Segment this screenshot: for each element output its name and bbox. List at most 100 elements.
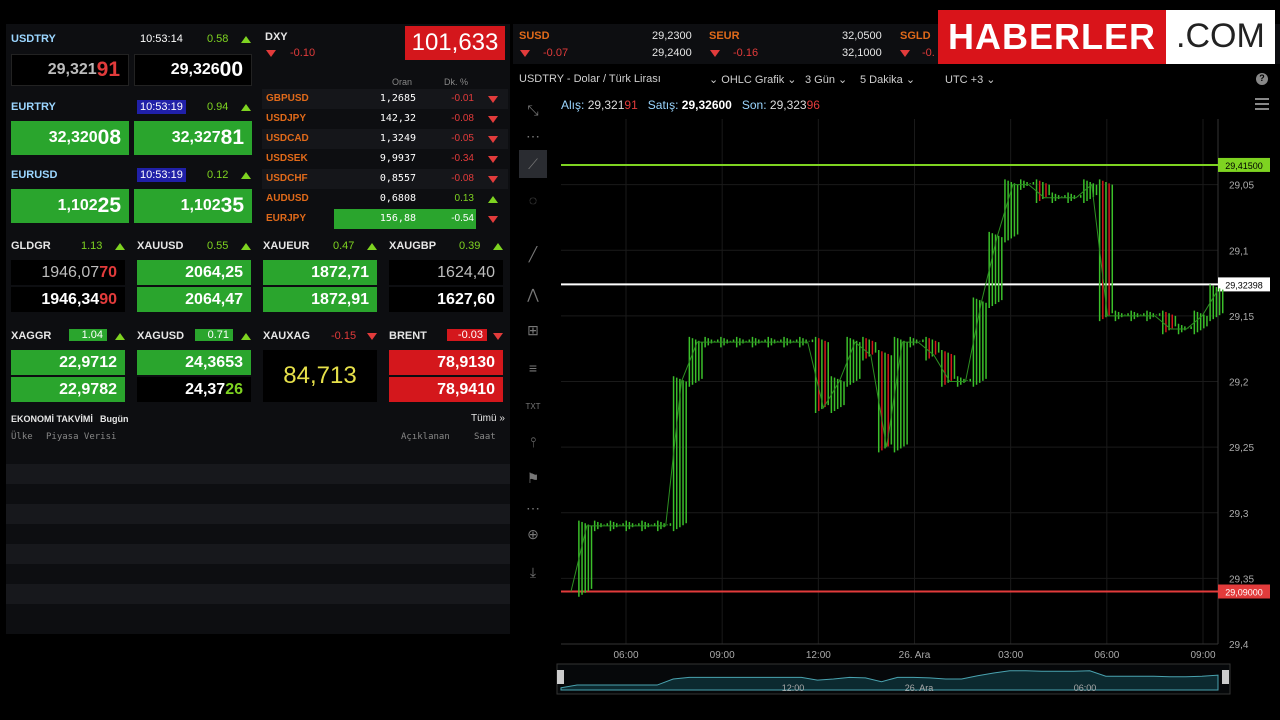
- seur-value-1: 32,0500: [842, 30, 882, 42]
- economy-row[interactable]: [6, 584, 510, 604]
- fx-row-audusd[interactable]: AUDUSD 0,6808 0.13: [262, 189, 508, 209]
- usdtry-bid-box[interactable]: 29,321 91: [11, 54, 129, 86]
- down-arrow-icon: [488, 96, 498, 103]
- xagusd-bid-box[interactable]: 24,3653: [137, 350, 251, 375]
- eurusd-symbol[interactable]: EURUSD: [11, 169, 57, 181]
- eurtry-symbol[interactable]: EURTRY: [11, 101, 56, 113]
- dxy-symbol[interactable]: DXY: [265, 31, 288, 43]
- economy-row[interactable]: [6, 464, 510, 484]
- eurtry-bid-main: 32,320: [48, 129, 98, 146]
- brent-pct: -0.03: [447, 329, 487, 341]
- fx-rate: 1,2685: [379, 93, 416, 104]
- xaueur-pct: 0.47: [333, 240, 355, 252]
- susd-symbol[interactable]: SUSD: [519, 30, 550, 42]
- eurusd-bid-box[interactable]: 1,102 25: [11, 189, 129, 223]
- gldgr-ask-hl: 90: [99, 290, 117, 308]
- seur-value-2: 32,1000: [842, 47, 882, 59]
- seur-change: -0.16: [733, 47, 759, 59]
- sgld-symbol[interactable]: SGLD: [900, 30, 931, 42]
- fx-row-usdsek[interactable]: USDSEK 9,9937 -0.34: [262, 149, 508, 169]
- navigator-left-handle: [557, 670, 564, 684]
- eurusd-time: 10:53:19: [137, 168, 186, 182]
- x-tick-label: 06:00: [613, 650, 638, 661]
- seur-down-arrow-icon: [710, 50, 720, 57]
- xauusd-up-arrow-icon: [241, 243, 251, 250]
- xagusd-bid: 24,3653: [185, 353, 243, 371]
- economy-col-time: Saat: [474, 432, 496, 442]
- up-arrow-icon: [488, 196, 498, 203]
- logo-red-part: HABERLER: [938, 10, 1167, 66]
- usdtry-ask-hl: 00: [219, 58, 243, 81]
- xaggr-bid-box[interactable]: 22,9712: [11, 350, 125, 375]
- economy-row[interactable]: [6, 544, 510, 564]
- down-arrow-icon: [488, 116, 498, 123]
- gldgr-symbol[interactable]: GLDGR: [11, 240, 51, 252]
- y-tick-label: 29,3: [1229, 509, 1249, 520]
- gldgr-ask-box[interactable]: 1946,34 90: [11, 287, 125, 312]
- xagusd-pct: 0.71: [195, 329, 233, 341]
- economy-all-link[interactable]: Tümü »: [471, 413, 505, 424]
- fx-col-change: Dk. %: [444, 77, 469, 87]
- price-chart[interactable]: 29,4 29,35 29,3 29,25 29,2 29,15 29,1 29,05 06:0…: [513, 64, 1280, 720]
- xagusd-ask-box[interactable]: 24,37 26: [137, 377, 251, 402]
- xauusd-symbol[interactable]: XAUUSD: [137, 240, 183, 252]
- fx-rate: 1,3249: [379, 133, 416, 144]
- y-tick-label: 29,2: [1229, 378, 1249, 389]
- xaggr-symbol[interactable]: XAGGR: [11, 330, 51, 342]
- navigator-tick-label: 06:00: [1074, 683, 1097, 693]
- eurtry-up-arrow-icon: [241, 104, 251, 111]
- xaugbp-ask-box[interactable]: 1627,60: [389, 287, 503, 312]
- eurusd-ask-hl: 35: [220, 194, 244, 217]
- fx-row-usdjpy[interactable]: USDJPY 142,32 -0.08: [262, 109, 508, 129]
- gldgr-ask-main: 1946,34: [41, 290, 100, 308]
- eurtry-bid-box[interactable]: 32,320 08: [11, 121, 129, 155]
- xagusd-up-arrow-icon: [241, 333, 251, 340]
- brent-symbol[interactable]: BRENT: [389, 330, 427, 342]
- brent-bid-box[interactable]: 78,9130: [389, 350, 503, 375]
- dxy-value-box[interactable]: 101,633: [405, 26, 505, 60]
- xaggr-bid: 22,9712: [59, 353, 117, 371]
- xauusd-pct: 0.55: [207, 240, 229, 252]
- y-tick-label: 29,25: [1229, 443, 1254, 454]
- xaugbp-bid: 1624,40: [437, 263, 495, 281]
- eurusd-up-arrow-icon: [241, 172, 251, 179]
- usdtry-bid-hl: 91: [96, 58, 120, 81]
- xauusd-ask-box[interactable]: 2064,47: [137, 287, 251, 312]
- fx-row-usdcad[interactable]: USDCAD 1,3249 -0.05: [262, 129, 508, 149]
- fx-change: -0.08: [451, 173, 474, 184]
- xaueur-symbol[interactable]: XAUEUR: [263, 240, 309, 252]
- xagusd-symbol[interactable]: XAGUSD: [137, 330, 184, 342]
- xagusd-ask-main: 24,37: [185, 380, 226, 398]
- fx-symbol: USDCHF: [266, 173, 308, 184]
- eurtry-ask-hl: 81: [220, 126, 244, 149]
- y-tick-label: 29,15: [1229, 312, 1254, 323]
- xaueur-bid-box[interactable]: 1872,71: [263, 260, 377, 285]
- down-arrow-icon: [488, 176, 498, 183]
- seur-symbol[interactable]: SEUR: [709, 30, 740, 42]
- fx-change: -0.05: [451, 133, 474, 144]
- xaugbp-bid-box[interactable]: 1624,40: [389, 260, 503, 285]
- xaggr-ask: 22,9782: [59, 380, 117, 398]
- xaueur-ask-box[interactable]: 1872,91: [263, 287, 377, 312]
- fx-row-usdchf[interactable]: USDCHF 0,8557 -0.08: [262, 169, 508, 189]
- down-arrow-icon: [488, 136, 498, 143]
- economy-col-announced: Açıklanan: [401, 432, 450, 442]
- economy-today-tab[interactable]: Bugün: [100, 414, 129, 424]
- xaugbp-symbol[interactable]: XAUGBP: [389, 240, 436, 252]
- y-tick-label: 29,1: [1229, 246, 1249, 257]
- economy-row[interactable]: [6, 504, 510, 524]
- fx-row-eurjpy[interactable]: EURJPY 156,88 -0.54: [262, 209, 508, 229]
- fx-row-gbpusd[interactable]: GBPUSD 1,2685 -0.01: [262, 89, 508, 109]
- xauxag-symbol[interactable]: XAUXAG: [263, 330, 310, 342]
- eurusd-ask-box[interactable]: 1,102 35: [134, 189, 252, 223]
- xaggr-ask-box[interactable]: 22,9782: [11, 377, 125, 402]
- usdtry-ask-box[interactable]: 29,326 00: [134, 54, 252, 86]
- eurtry-ask-box[interactable]: 32,327 81: [134, 121, 252, 155]
- gldgr-bid-box[interactable]: 1946,07 70: [11, 260, 125, 285]
- xauxag-value-box[interactable]: 84,713: [263, 350, 377, 402]
- xauusd-bid-box[interactable]: 2064,25: [137, 260, 251, 285]
- susd-change: -0.07: [543, 47, 569, 59]
- xaueur-up-arrow-icon: [367, 243, 377, 250]
- brent-ask-box[interactable]: 78,9410: [389, 377, 503, 402]
- usdtry-symbol[interactable]: USDTRY: [11, 33, 56, 45]
